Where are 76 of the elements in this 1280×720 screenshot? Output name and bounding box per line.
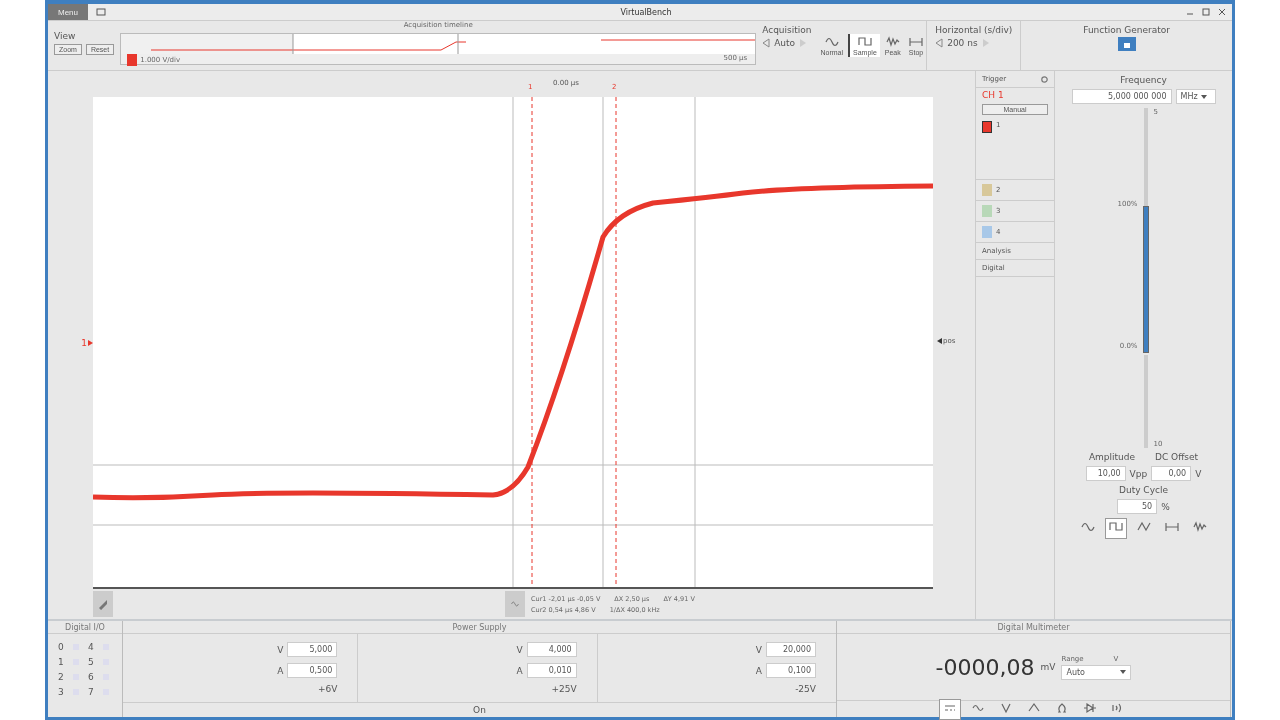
panel-title: Digital Multimeter <box>837 621 1230 635</box>
output-name: +25V <box>551 684 577 695</box>
line-label: 4 <box>88 642 95 653</box>
grid-icon[interactable] <box>96 8 106 16</box>
channel-swatch[interactable] <box>982 121 992 134</box>
output-state: On <box>473 705 486 715</box>
duty-field[interactable]: 50 <box>1117 499 1158 515</box>
channel-swatch <box>127 54 138 66</box>
multimeter-reading: -0000,08 <box>935 654 1035 680</box>
line-label: 5 <box>88 657 95 668</box>
voltage-label: V <box>755 644 762 655</box>
diode-icon <box>1082 700 1097 715</box>
frequency-label: Frequency <box>1120 75 1167 86</box>
line-label: 1 <box>58 657 65 668</box>
panel-title: Digital I/O <box>48 621 122 635</box>
close-icon[interactable] <box>1218 8 1226 16</box>
amplitude-field[interactable]: 10,00 <box>1085 466 1126 482</box>
waveform-button[interactable] <box>1104 518 1127 540</box>
lock-icon[interactable] <box>1117 37 1136 51</box>
slider-fill[interactable] <box>1142 206 1149 354</box>
voltage-field[interactable]: 5,000 <box>287 642 338 658</box>
current-field[interactable]: 0,500 <box>287 663 338 679</box>
caret-icon <box>1200 94 1207 99</box>
cursor-button[interactable] <box>505 591 525 618</box>
channel-swatch[interactable] <box>982 205 992 218</box>
acquisition-title: Acquisition <box>762 25 812 35</box>
line-label: 6 <box>88 672 95 683</box>
current-field[interactable]: 0,010 <box>526 663 577 679</box>
current-label: A <box>516 665 523 676</box>
current-label: A <box>277 665 284 676</box>
previous-icon[interactable] <box>762 38 771 48</box>
offset-label: DC Offset <box>1155 452 1199 463</box>
line-label: 2 <box>58 672 65 683</box>
line-label: 7 <box>88 687 95 698</box>
marker-arrow-icon <box>937 338 942 345</box>
marker-arrow-icon <box>88 340 93 347</box>
horizontal-value: 200 ns <box>947 38 978 48</box>
mode-button[interactable] <box>938 698 961 720</box>
frequency-field[interactable]: 5,000 000 000 <box>1071 89 1172 105</box>
unit-label: V <box>1195 468 1202 479</box>
line-label: 0 <box>58 642 65 653</box>
caret-icon <box>1120 670 1127 675</box>
voltage-field[interactable]: 4,000 <box>526 642 577 658</box>
output-name: +6V <box>317 684 338 695</box>
unit-label: Vpp <box>1129 468 1148 479</box>
acquisition-value: Auto <box>774 38 796 48</box>
unit-label: % <box>1161 501 1170 512</box>
line-label: 3 <box>58 687 65 698</box>
channel-swatch[interactable] <box>982 226 992 239</box>
pencil-icon <box>99 598 107 611</box>
current-field[interactable]: 0,100 <box>766 663 816 679</box>
voltage-field[interactable]: 20,000 <box>766 642 816 658</box>
voltage-label: V <box>277 644 284 655</box>
amplitude-label: Amplitude <box>1088 452 1135 463</box>
voltage-label: V <box>516 644 523 655</box>
window-title: VirtualBench <box>619 7 673 17</box>
offset-field[interactable]: 0,00 <box>1151 466 1192 482</box>
range-dropdown[interactable]: Auto <box>1061 664 1132 680</box>
horizontal-title: Horizontal (s/div) <box>935 25 1013 35</box>
frequency-slider[interactable] <box>1143 108 1148 354</box>
trigger-source: CH 1 <box>982 90 1005 101</box>
previous-icon[interactable] <box>935 38 944 48</box>
current-label: A <box>755 665 762 676</box>
channel-swatch[interactable] <box>982 184 992 197</box>
view-label: View <box>54 31 77 41</box>
unit-dropdown[interactable]: MHz <box>1175 89 1216 105</box>
reading-unit: mV <box>1040 662 1056 673</box>
output-name: -25V <box>795 684 816 695</box>
maximize-icon[interactable] <box>1202 8 1210 16</box>
settings-icon[interactable] <box>1041 75 1048 83</box>
duty-label: Duty Cycle <box>1119 485 1168 496</box>
level-marker: 1 <box>81 338 87 349</box>
panel-title: Function Generator <box>1083 25 1171 35</box>
menu-button[interactable]: Menu <box>48 4 88 20</box>
panel-title: Power Supply <box>123 621 836 635</box>
ruler-button[interactable] <box>93 591 113 618</box>
